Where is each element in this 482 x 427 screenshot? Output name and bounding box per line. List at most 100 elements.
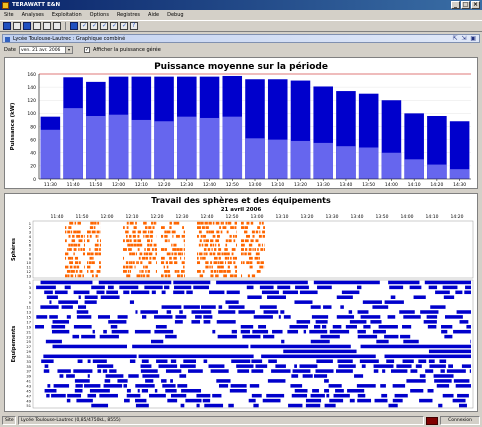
chart-icon[interactable]: [70, 22, 78, 30]
equipment-activity-bar: [107, 285, 114, 290]
equipment-activity-bar: [87, 393, 97, 398]
menu-options[interactable]: Options: [86, 12, 113, 18]
sphere-activity-bar: [241, 221, 244, 225]
menu-aide[interactable]: Aide: [144, 12, 163, 18]
sphere-activity-bar: [256, 261, 260, 265]
equipment-activity-bar: [165, 369, 182, 373]
equipment-activity-bar: [267, 379, 286, 383]
minimize-button[interactable]: _: [451, 1, 460, 9]
sphere-activity-bar: [217, 265, 221, 269]
close-button[interactable]: ×: [471, 1, 480, 9]
date-picker[interactable]: ven. 21 avr. 2006 ▾: [18, 46, 73, 54]
sphere-activity-bar: [70, 270, 75, 273]
sphere-activity-bar: [183, 239, 185, 243]
equipment-activity-bar: [66, 315, 71, 319]
sphere-activity-bar: [205, 265, 209, 269]
equipment-activity-bar: [44, 290, 53, 295]
sphere-activity-bar: [161, 261, 165, 265]
sphere-activity-bar: [128, 248, 132, 251]
menu-debug[interactable]: Debug: [163, 12, 187, 18]
sphere-activity-bar: [94, 252, 98, 256]
equipment-activity-bar: [99, 334, 119, 339]
sphere-activity-bar: [200, 256, 202, 260]
equipment-activity-bar: [104, 379, 111, 383]
sphere-activity-bar: [213, 270, 217, 273]
settings-icon[interactable]: [43, 22, 51, 30]
sphere-activity-bar: [173, 256, 177, 260]
sphere-activity-bar: [89, 256, 92, 260]
equipment-activity-bar: [436, 384, 450, 388]
document-tab[interactable]: Lycée Toulouse-Lautrec : Graphique combi…: [2, 34, 480, 43]
sphere-activity-bar: [209, 265, 211, 269]
sphere-activity-bar: [175, 234, 180, 238]
sphere-activity-bar: [263, 226, 265, 229]
sphere-activity-bar: [87, 234, 89, 238]
help-icon[interactable]: ?: [130, 22, 138, 30]
sphere-activity-bar: [90, 252, 94, 256]
equipment-activity-bar: [74, 389, 83, 393]
menu-registres[interactable]: Registres: [113, 12, 144, 18]
sphere-activity-bar: [235, 270, 237, 273]
sphere-activity-bar: [218, 256, 221, 260]
equipment-activity-bar: [428, 359, 435, 363]
panel-controls-icon[interactable]: ⇱ ⇲ ▣: [452, 35, 477, 42]
sphere-activity-bar: [66, 270, 71, 273]
sphere-activity-bar: [183, 230, 185, 234]
date-bar: Date ven. 21 avr. 2006 ▾ ✓ Afficher la p…: [2, 44, 480, 56]
equipment-activity-bar: [444, 334, 453, 339]
toolbar-separator: [65, 22, 66, 30]
sphere-activity-bar: [241, 226, 245, 229]
row-label: 11: [26, 306, 31, 310]
check-icon[interactable]: ✓: [90, 22, 98, 30]
menu-analyses[interactable]: Analyses: [18, 12, 48, 18]
status-connection[interactable]: Connexion: [440, 416, 480, 425]
status-site-value: Lycée Toulouse-Lautrec (0,85/4750kL, 855…: [18, 416, 424, 425]
equipment-activity-bar: [109, 369, 117, 373]
equipment-activity-bar: [91, 403, 109, 408]
check-icon[interactable]: ✓: [110, 22, 118, 30]
equipment-activity-bar: [111, 329, 129, 334]
sphere-activity-bar: [179, 248, 183, 251]
checkbox-afficher[interactable]: ✓: [83, 47, 90, 53]
chevron-down-icon[interactable]: ▾: [64, 47, 72, 53]
sphere-activity-bar: [206, 230, 209, 234]
equipment-activity-bar: [185, 398, 202, 403]
sphere-activity-bar: [208, 221, 212, 225]
status-bar: Site Lycée Toulouse-Lautrec (0,85/4750kL…: [0, 414, 482, 427]
export-icon[interactable]: [53, 22, 61, 30]
check-icon[interactable]: ✓: [100, 22, 108, 30]
sphere-activity-bar: [167, 274, 171, 278]
maximize-button[interactable]: □: [461, 1, 470, 9]
y-tick-label: 80: [30, 124, 36, 130]
sphere-activity-bar: [224, 261, 227, 265]
sphere-activity-bar: [87, 265, 91, 269]
check-icon[interactable]: ✓: [80, 22, 88, 30]
sphere-activity-bar: [169, 226, 172, 229]
sphere-activity-bar: [73, 230, 77, 234]
sphere-activity-bar: [80, 234, 84, 238]
open-icon[interactable]: [13, 22, 21, 30]
sphere-activity-bar: [161, 256, 165, 260]
sphere-activity-bar: [80, 248, 83, 251]
spheres-label: Sphères: [10, 238, 17, 261]
sphere-activity-bar: [156, 261, 157, 265]
sphere-activity-bar: [261, 243, 263, 247]
sphere-activity-bar: [153, 221, 156, 225]
check-icon[interactable]: ✓: [120, 22, 128, 30]
equipment-activity-bar: [410, 369, 418, 373]
bar-managed: [267, 139, 288, 179]
equipment-activity-bar: [324, 403, 336, 408]
print-icon[interactable]: [23, 22, 31, 30]
equipment-activity-bar: [354, 374, 364, 378]
equipment-activity-bar: [44, 389, 57, 393]
sphere-activity-bar: [234, 265, 237, 269]
menu-exploitation[interactable]: Exploitation: [48, 12, 86, 18]
refresh-icon[interactable]: [33, 22, 41, 30]
sphere-activity-bar: [133, 243, 137, 247]
equipment-activity-bar: [49, 315, 58, 319]
sphere-activity-bar: [241, 252, 243, 256]
menu-site[interactable]: Site: [0, 12, 18, 18]
sphere-activity-bar: [143, 234, 145, 238]
save-icon[interactable]: [3, 22, 11, 30]
equipment-activity-bar: [251, 369, 264, 373]
